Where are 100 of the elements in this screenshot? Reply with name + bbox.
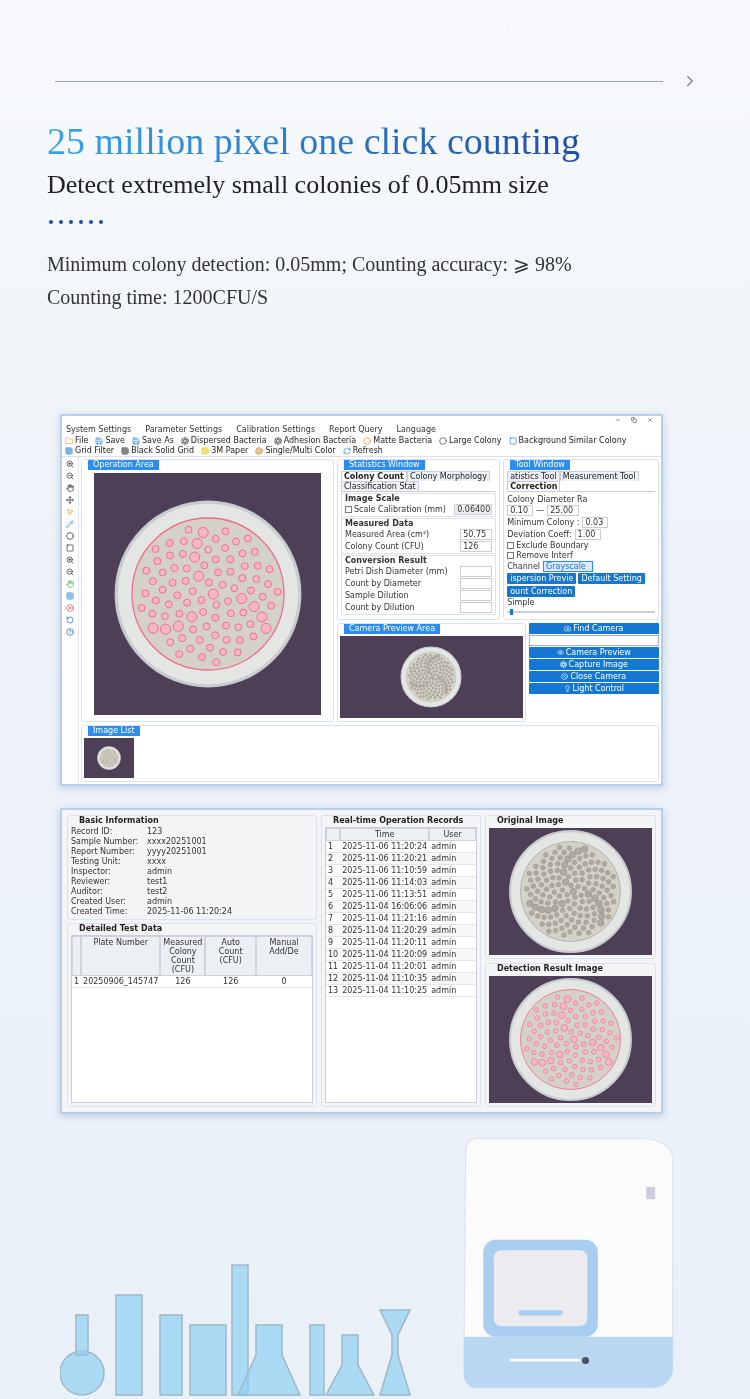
range-dash: — [536, 506, 545, 515]
pointer-icon [66, 508, 74, 516]
tool-button[interactable] [66, 544, 74, 552]
camera-dropdown[interactable] [528, 635, 659, 646]
tool-button[interactable] [66, 496, 74, 504]
tab[interactable]: Classification Stat [341, 481, 419, 491]
table-cell: 2025-11-04 11:20:01 [340, 961, 430, 973]
slider-thumb[interactable] [510, 609, 514, 615]
toolbar-button[interactable]: Background Similar Colony [508, 436, 627, 445]
spin-field[interactable]: 0.10 [507, 505, 534, 516]
menu-item[interactable]: System Settings [66, 425, 132, 434]
field-label: Sample Dilution [345, 591, 409, 600]
tool-button[interactable] [66, 532, 74, 540]
row-number: 2 [326, 853, 341, 865]
row-number: 1 [326, 841, 341, 853]
hand-icon [66, 580, 74, 588]
column-header: User [429, 828, 476, 841]
hand-icon [66, 484, 74, 492]
row-number: 6 [326, 901, 341, 913]
camera-button[interactable]: Close Camera [528, 671, 659, 682]
input-field[interactable] [460, 590, 493, 601]
toolbar-button[interactable]: Single/Multi Color [255, 446, 336, 455]
checkbox[interactable] [345, 506, 352, 513]
toolbar-button[interactable]: Save As [132, 436, 174, 445]
row-number: 8 [326, 925, 341, 937]
field-value: admin [147, 867, 174, 876]
input-field[interactable]: 0.06400 [454, 504, 493, 515]
aperture-icon [273, 436, 282, 445]
column-header: Time [340, 828, 430, 841]
table-cell: admin [429, 889, 476, 901]
tab[interactable]: Correction [507, 481, 561, 491]
camera-button[interactable]: Light Control [528, 683, 659, 694]
camera-button[interactable]: Find Camera [528, 623, 659, 634]
panel-label: Camera Preview Area [344, 624, 441, 634]
field-label: Minimum Colony : [507, 518, 580, 527]
channel-dropdown[interactable]: Grayscale [543, 561, 593, 572]
checkbox[interactable] [507, 542, 515, 549]
circle-icon [439, 436, 448, 445]
field-label: Colony Count (CFU) [345, 542, 424, 551]
column-header: Measured Colony Count (CFU) [160, 936, 206, 976]
panel-label: Statistics Window [344, 460, 425, 470]
spec-text: Minimum colony detection: 0.05mm; Counting accuracy: ⩾ 98% [47, 252, 573, 278]
field-value: test1 [147, 877, 169, 886]
toolbar-button[interactable]: Refresh [342, 446, 383, 455]
field-label: Testing Unit: [71, 857, 122, 866]
menu-item[interactable]: Calibration Settings [236, 425, 316, 434]
restore-icon[interactable] [631, 417, 637, 423]
input-field[interactable] [460, 566, 493, 577]
slider-label: Simple [507, 598, 536, 607]
table-cell: 126 [160, 976, 206, 988]
save-icon [132, 436, 141, 445]
toolbar-button[interactable]: Black Solid Grid [121, 446, 195, 455]
table-cell: 2025-11-06 11:13:51 [340, 889, 430, 901]
toolbar-button[interactable]: 3M Paper [201, 446, 249, 455]
menu-item[interactable]: Report Query [329, 425, 383, 434]
action-button[interactable]: Default Setting [578, 573, 645, 584]
spin-field[interactable]: 25.00 [547, 505, 580, 516]
input-field[interactable]: 50.75 [460, 529, 493, 540]
toolbar-button[interactable]: Adhesion Bacteria [273, 436, 357, 445]
row-number: 12 [326, 973, 341, 985]
action-button[interactable]: ount Correction [507, 586, 576, 597]
spin-field[interactable]: 0.03 [582, 517, 609, 528]
panel-label: Image List [88, 726, 140, 736]
toolbar-button[interactable]: Matte Bacteria [363, 436, 433, 445]
tab[interactable]: Measurement Tool [559, 471, 639, 481]
tool-button[interactable] [66, 568, 74, 576]
camera-button[interactable]: Capture Image [528, 659, 659, 670]
camera-button[interactable]: Camera Preview [528, 647, 659, 658]
row-number: 11 [326, 961, 341, 973]
minimize-icon[interactable] [615, 417, 621, 423]
tool-button[interactable] [66, 460, 74, 468]
tab[interactable]: Colony Morphology [406, 471, 490, 481]
toolbar-button[interactable]: File [65, 436, 89, 445]
row-number: 10 [326, 949, 341, 961]
image-thumbnail[interactable] [84, 738, 134, 778]
panel-label: Detection Result Image [496, 964, 604, 974]
field-label: Created User: [71, 897, 127, 906]
spin-field[interactable]: 1.00 [574, 529, 601, 540]
close-icon[interactable] [647, 417, 653, 423]
input-field[interactable] [460, 602, 493, 613]
field-label: Measured Area (cm²) [345, 530, 430, 539]
tool-button[interactable] [66, 472, 74, 480]
input-field[interactable]: 126 [460, 541, 493, 552]
table-cell: admin [429, 913, 476, 925]
field-label: Inspector: [71, 867, 112, 876]
column-header: Manual Add/De [255, 936, 312, 976]
tool-button[interactable] [66, 556, 74, 564]
toolbar-button[interactable]: Grid Filter [65, 446, 115, 455]
toolbar-button[interactable]: Large Colony [439, 436, 502, 445]
action-button[interactable]: ispersion Previe [507, 573, 577, 584]
field-label: Deviation Coeff: [507, 530, 572, 539]
toolbar-button[interactable]: Save [95, 436, 126, 445]
menu-item[interactable]: Parameter Settings [145, 425, 223, 434]
input-field[interactable] [460, 578, 493, 589]
field-label: Report Number: [71, 847, 136, 856]
menu-item[interactable]: Language [396, 425, 436, 434]
toolbar-button[interactable]: Dispersed Bacteria [180, 436, 267, 445]
checkbox[interactable] [507, 552, 515, 559]
tool-button[interactable] [66, 484, 74, 492]
zoom-out-icon [66, 472, 74, 480]
